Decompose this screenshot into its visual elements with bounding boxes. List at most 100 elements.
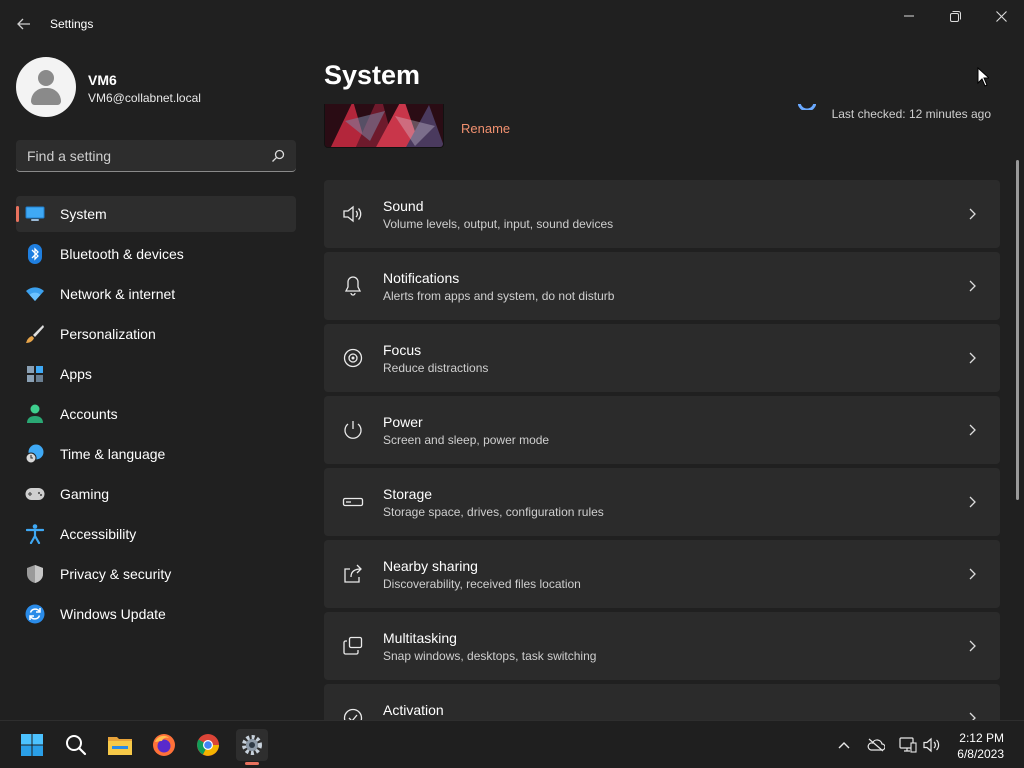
card-title: Notifications: [383, 270, 460, 286]
update-last-checked: Last checked: 12 minutes ago: [831, 107, 991, 121]
start-button[interactable]: [16, 729, 48, 761]
update-icon: [24, 604, 46, 624]
sidebar-item-label: Bluetooth & devices: [60, 246, 184, 262]
clock-time: 2:12 PM: [959, 731, 1004, 745]
multitasking-icon: [343, 636, 363, 655]
activation-icon: [343, 708, 363, 720]
mouse-cursor-icon: [977, 67, 989, 87]
bell-icon: [344, 276, 362, 296]
tray-network[interactable]: [899, 737, 917, 753]
tray-overflow-button[interactable]: [835, 737, 853, 753]
maximize-button[interactable]: [932, 4, 978, 28]
minimize-icon: [904, 15, 914, 17]
search-box: [16, 140, 296, 172]
speaker-icon: [343, 205, 362, 223]
chevron-right-icon: [969, 352, 976, 364]
taskbar-settings[interactable]: [236, 729, 268, 765]
focus-icon: [343, 348, 363, 368]
profile-email: VM6@collabnet.local: [88, 91, 201, 105]
tray-volume[interactable]: [923, 737, 941, 753]
accessibility-icon: [24, 524, 46, 544]
settings-card-multitasking[interactable]: Multitasking Snap windows, desktops, tas…: [324, 612, 1000, 680]
close-icon: [995, 10, 1007, 22]
card-subtitle: Volume levels, output, input, sound devi…: [383, 217, 614, 231]
main-content: Rename Last checked: 12 minutes ago Soun…: [324, 104, 1000, 720]
card-title: Power: [383, 414, 423, 430]
chevron-up-icon: [838, 742, 850, 749]
chevron-right-icon: [969, 208, 976, 220]
settings-card-focus[interactable]: Focus Reduce distractions: [324, 324, 1000, 392]
page-title: System: [324, 60, 421, 90]
taskbar-clock[interactable]: 2:12 PM 6/8/2023: [957, 730, 1004, 762]
close-button[interactable]: [978, 4, 1024, 28]
volume-icon: [923, 737, 940, 753]
settings-card-storage[interactable]: Storage Storage space, drives, configura…: [324, 468, 1000, 536]
sidebar-item-time-language[interactable]: Time & language: [16, 436, 296, 472]
sidebar-item-network[interactable]: Network & internet: [16, 276, 296, 312]
chevron-right-icon: [969, 568, 976, 580]
taskbar-file-explorer[interactable]: [104, 729, 136, 761]
sidebar-item-privacy[interactable]: Privacy & security: [16, 556, 296, 592]
sidebar-item-gaming[interactable]: Gaming: [16, 476, 296, 512]
user-profile[interactable]: VM6 VM6@collabnet.local: [16, 57, 296, 117]
card-title: Nearby sharing: [383, 558, 478, 574]
desktop-wallpaper-thumbnail: [324, 104, 444, 148]
shield-icon: [24, 564, 46, 584]
windows-update-status-icon: [798, 104, 816, 110]
card-subtitle: Screen and sleep, power mode: [383, 433, 550, 447]
card-title: Sound: [383, 198, 424, 214]
sidebar-item-bluetooth[interactable]: Bluetooth & devices: [16, 236, 296, 272]
sidebar-item-label: Privacy & security: [60, 566, 172, 582]
sidebar-item-apps[interactable]: Apps: [16, 356, 296, 392]
settings-card-sound[interactable]: Sound Volume levels, output, input, soun…: [324, 180, 1000, 248]
settings-card-nearby-sharing[interactable]: Nearby sharing Discoverability, received…: [324, 540, 1000, 608]
sidebar-item-accessibility[interactable]: Accessibility: [16, 516, 296, 552]
search-icon[interactable]: [270, 148, 286, 164]
brush-icon: [24, 324, 46, 344]
clock-date: 6/8/2023: [957, 747, 1004, 761]
apps-icon: [24, 364, 46, 384]
title-bar: Settings: [0, 0, 1024, 48]
card-title: Storage: [383, 486, 433, 502]
taskbar-search-button[interactable]: [60, 729, 92, 761]
sidebar-nav: System Bluetooth & devices Network & int…: [16, 196, 296, 636]
settings-list: Sound Volume levels, output, input, soun…: [324, 180, 1000, 720]
taskbar-firefox[interactable]: [148, 729, 180, 761]
taskbar-chrome[interactable]: [192, 729, 224, 761]
settings-card-activation[interactable]: Activation: [324, 684, 1000, 720]
card-title: Activation: [383, 702, 444, 718]
sidebar-item-label: Personalization: [60, 326, 156, 342]
sidebar-item-personalization[interactable]: Personalization: [16, 316, 296, 352]
search-icon: [66, 735, 87, 756]
sidebar-item-label: Apps: [60, 366, 92, 382]
sidebar-item-accounts[interactable]: Accounts: [16, 396, 296, 432]
power-icon: [344, 421, 362, 439]
scrollbar[interactable]: [1016, 160, 1019, 500]
back-button[interactable]: [12, 12, 36, 36]
onedrive-offline-icon: [867, 738, 885, 752]
profile-name: VM6: [88, 72, 117, 88]
search-input[interactable]: [16, 140, 266, 171]
settings-card-notifications[interactable]: Notifications Alerts from apps and syste…: [324, 252, 1000, 320]
taskbar: 2:12 PM 6/8/2023: [0, 720, 1024, 768]
sidebar-item-label: Accounts: [60, 406, 118, 422]
sidebar-item-label: Network & internet: [60, 286, 176, 302]
sidebar-item-windows-update[interactable]: Windows Update: [16, 596, 296, 632]
bluetooth-icon: [24, 244, 46, 264]
firefox-icon: [153, 734, 175, 756]
minimize-button[interactable]: [886, 4, 932, 28]
restore-icon: [949, 10, 961, 22]
chevron-right-icon: [969, 640, 976, 652]
tray-onedrive[interactable]: [867, 737, 885, 753]
card-subtitle: Alerts from apps and system, do not dist…: [383, 289, 615, 303]
card-subtitle: Snap windows, desktops, task switching: [383, 649, 597, 663]
sidebar-item-label: System: [60, 206, 107, 222]
sidebar-item-label: Gaming: [60, 486, 110, 502]
card-title: Focus: [383, 342, 422, 358]
window-title: Settings: [50, 17, 94, 31]
rename-link[interactable]: Rename: [461, 121, 510, 136]
sidebar-item-system[interactable]: System: [16, 196, 296, 232]
wifi-icon: [24, 284, 46, 304]
settings-card-power[interactable]: Power Screen and sleep, power mode: [324, 396, 1000, 464]
card-subtitle: Storage space, drives, configuration rul…: [383, 505, 604, 519]
